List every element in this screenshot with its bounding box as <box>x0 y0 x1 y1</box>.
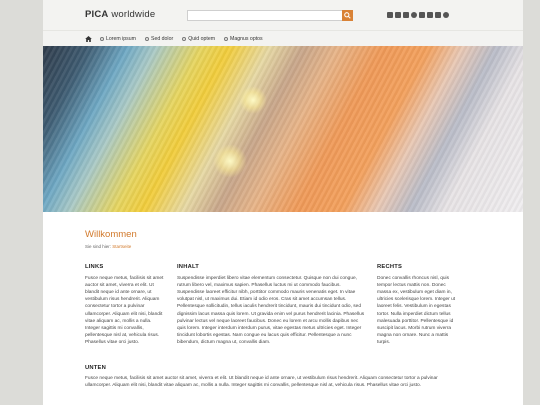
facebook-icon[interactable] <box>395 12 401 18</box>
circle-icon <box>182 36 187 41</box>
site-logo[interactable]: PICA worldwide <box>85 9 155 20</box>
youtube-icon[interactable] <box>435 12 441 18</box>
circle-icon <box>224 36 229 41</box>
breadcrumb-prefix: Sie sind hier: <box>85 244 112 249</box>
section-unten: UNTEN Fusce neque metus, facilisis sit a… <box>85 365 485 389</box>
nav-item-quid-optem[interactable]: Quid optem <box>182 36 215 42</box>
hero-image <box>43 46 523 212</box>
social-links <box>387 12 449 18</box>
column-text: Donec convallis rhoncus nisl, quis tempo… <box>377 276 456 345</box>
page-title: Willkommen <box>85 229 137 240</box>
xing-icon[interactable] <box>427 12 433 18</box>
nav-label: Lorem ipsum <box>106 35 136 42</box>
mail-icon[interactable] <box>387 12 393 18</box>
twitter-icon[interactable] <box>403 12 409 18</box>
linkedin-icon[interactable] <box>419 12 425 18</box>
circle-icon <box>144 36 149 41</box>
nav-label: Sed dolor <box>150 35 174 42</box>
google-plus-icon[interactable] <box>411 12 417 18</box>
home-icon[interactable] <box>85 35 92 42</box>
column-text: Fusce neque metus, facilisis sit amet au… <box>85 276 164 345</box>
column-heading: INHALT <box>177 264 200 270</box>
circle-icon <box>100 36 104 41</box>
main-nav: Lorem ipsum Sed dolor Quid optem Magnus … <box>43 30 523 46</box>
nav-label: Magnus optos <box>230 35 263 42</box>
nav-item-sed-dolor[interactable]: Sed dolor <box>144 35 174 42</box>
search-icon <box>344 12 351 19</box>
search-button[interactable] <box>342 10 353 21</box>
breadcrumb: Sie sind hier: Startseite <box>85 244 485 249</box>
section-text: Fusce neque metus, facilisis sit amet au… <box>85 376 438 389</box>
section-heading: UNTEN <box>85 365 106 372</box>
nav-label: Quid optem <box>188 35 216 42</box>
pinterest-icon[interactable] <box>443 12 449 18</box>
column-inhalt: INHALT Suspendisse imperdiet libero vita… <box>177 264 367 346</box>
site-header: PICA worldwide <box>43 0 523 30</box>
column-text: Suspendisse imperdiet libero vitae eleme… <box>177 276 365 345</box>
column-rechts: RECHTS Donec convallis rhoncus nisl, qui… <box>377 264 459 346</box>
content-columns: LINKS Fusce neque metus, facilisis sit a… <box>85 264 485 346</box>
nav-item-lorem-ipsum[interactable]: Lorem ipsum <box>100 36 136 42</box>
page-container: PICA worldwide Lorem ipsum Sed dolor Qui… <box>43 0 523 405</box>
main-content: Willkommen Sie sind hier: Startseite LIN… <box>85 212 485 389</box>
nav-item-magnus-optos[interactable]: Magnus optos <box>224 36 263 42</box>
column-links: LINKS Fusce neque metus, facilisis sit a… <box>85 264 167 346</box>
search-input[interactable] <box>187 10 352 21</box>
breadcrumb-link-home[interactable]: Startseite <box>112 244 131 249</box>
column-heading: LINKS <box>85 264 104 270</box>
column-heading: RECHTS <box>377 264 403 270</box>
